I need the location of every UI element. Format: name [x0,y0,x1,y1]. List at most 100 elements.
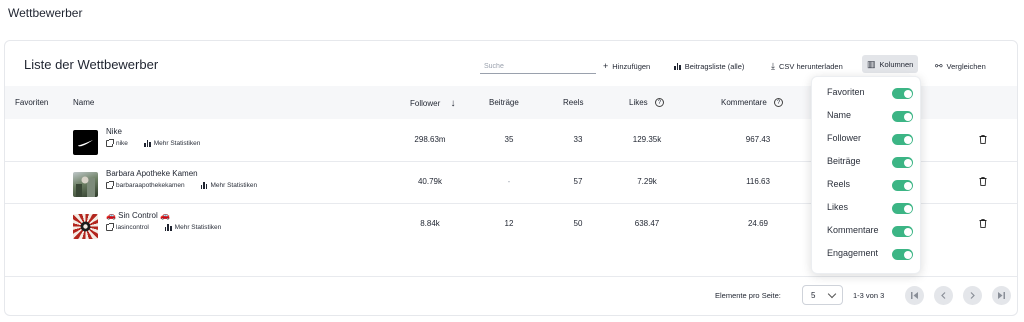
comments-value: 24.69 [747,219,769,228]
posts-value: - [507,177,511,186]
followers-value: 40.79k [417,177,443,186]
bar-chart-icon [164,224,172,231]
search-input[interactable] [480,57,596,74]
trash-icon[interactable] [979,177,987,186]
chevron-right-icon [970,292,975,299]
columns-button-label: Kolumnen [879,59,914,69]
profile-handle-link[interactable]: nike [116,140,128,147]
followers-value: 298.63m [414,135,446,144]
compare-button-label: Vergleichen [946,61,986,71]
column-option-label: Engagement [827,248,879,258]
more-stats-link[interactable]: Mehr Statistiken [175,224,222,231]
link-icon: ⚯ [935,60,943,71]
reels-value: 33 [573,135,583,144]
likes-value: 638.47 [634,219,660,228]
external-link-icon [106,223,114,231]
nike-logo-icon [78,140,93,147]
column-toggle-engagement[interactable] [892,249,913,260]
post-list-button[interactable]: Beitragsliste (alle) [674,58,744,74]
previous-page-button[interactable] [934,286,953,305]
more-stats-link[interactable]: Mehr Statistiken [154,140,201,147]
more-stats-link[interactable]: Mehr Statistiken [210,182,257,189]
column-option-label: Likes [827,202,849,212]
help-icon[interactable]: ? [774,98,784,108]
posts-value: 12 [504,219,514,228]
profile-handle-link[interactable]: barbaraapothekekamen [116,182,185,189]
last-page-button[interactable] [992,286,1011,305]
help-icon[interactable]: ? [654,98,664,108]
items-per-page-label: Elemente pro Seite: [715,291,781,300]
avatar [73,172,98,197]
items-per-page-select[interactable]: 5 [802,285,843,305]
header-followers[interactable]: Follower ↓ [410,98,455,109]
column-option-label: Reels [827,179,851,189]
avatar [73,214,98,239]
csv-download-button[interactable]: ⤓ CSV herunterladen [771,58,843,74]
header-name[interactable]: Name [73,98,94,107]
posts-value: 35 [504,135,514,144]
column-toggle-posts[interactable] [892,157,913,168]
header-posts[interactable]: Beiträge [489,98,519,107]
followers-value: 8.84k [420,219,440,228]
competitor-name: Barbara Apotheke Kamen [106,169,198,178]
comments-value: 116.63 [746,177,770,186]
column-option-label: Name [827,110,852,120]
plus-icon: + [603,60,609,71]
external-link-icon [106,181,114,189]
row-links: lasincontrol Mehr Statistiken [106,223,222,231]
header-likes-label: Likes [629,98,648,107]
column-toggle-reels[interactable] [892,180,913,191]
likes-value: 7.29k [637,177,657,186]
csv-download-button-label: CSV herunterladen [778,61,843,71]
header-favorites[interactable]: Favoriten [15,98,48,107]
next-page-button[interactable] [963,286,982,305]
trash-icon[interactable] [979,219,987,228]
bar-chart-icon [143,140,151,147]
competitor-name: Nike [106,127,123,136]
columns-menu: Favoriten Name Follower Beiträge Reels L… [811,76,921,274]
add-button-label: Hinzufügen [612,61,651,71]
column-toggle-name[interactable] [892,111,913,122]
table-footer-divider [5,276,1017,277]
header-reels[interactable]: Reels [563,98,583,107]
header-comments[interactable]: Kommentare ? [721,98,784,108]
page-title: Wettbewerber [8,6,83,20]
column-toggle-likes[interactable] [892,203,913,214]
column-option-label: Kommentare [827,225,879,235]
profile-handle-link[interactable]: lasincontrol [116,224,149,231]
avatar [73,130,98,155]
first-page-button[interactable] [905,286,924,305]
reels-value: 50 [573,219,583,228]
columns-button[interactable]: ▥ Kolumnen [862,55,919,73]
column-option-label: Follower [827,133,862,143]
last-page-icon [998,292,1005,299]
columns-icon: ▥ [867,58,876,69]
items-per-page-value: 5 [811,290,816,300]
likes-value: 129.35k [632,135,662,144]
comments-value: 967.43 [745,135,771,144]
pagination-range: 1-3 von 3 [853,291,885,300]
reels-value: 57 [573,177,583,186]
column-toggle-followers[interactable] [892,134,913,145]
add-button[interactable]: + Hinzufügen [603,58,650,74]
compare-button[interactable]: ⚯ Vergleichen [935,58,986,74]
chevron-down-icon [827,289,837,299]
external-link-icon [106,139,114,147]
header-comments-label: Kommentare [721,98,767,107]
download-icon: ⤓ [771,60,775,71]
row-links: barbaraapothekekamen Mehr Statistiken [106,181,257,189]
competitor-name: 🚗 Sin Control 🚗 [106,211,170,220]
bar-chart-icon [200,182,208,189]
row-links: nike Mehr Statistiken [106,139,201,147]
header-likes[interactable]: Likes ? [629,98,664,108]
card-title: Liste der Wettbewerber [24,57,159,72]
column-toggle-favorites[interactable] [892,88,913,99]
post-list-button-label: Beitragsliste (alle) [684,61,745,71]
sort-arrow-down-icon: ↓ [450,98,456,109]
column-option-label: Favoriten [827,87,865,97]
chevron-left-icon [941,292,946,299]
trash-icon[interactable] [979,135,987,144]
column-toggle-comments[interactable] [892,226,913,237]
header-followers-label: Follower [410,99,441,108]
column-option-label: Beiträge [827,156,861,166]
